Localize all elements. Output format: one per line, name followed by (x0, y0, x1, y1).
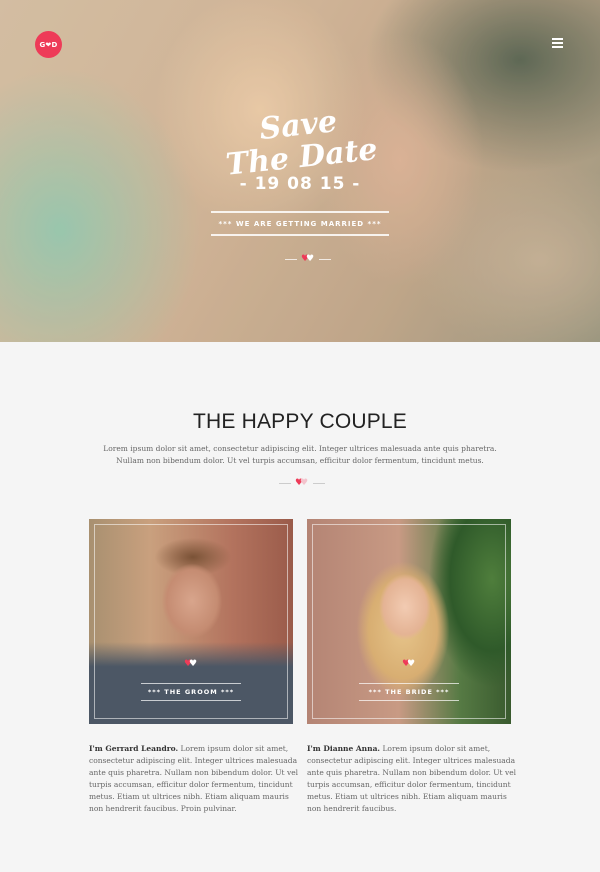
bride-label: *** THE BRIDE *** (359, 683, 459, 701)
groom-bio: I'm Gerrard Leandro. Lorem ipsum dolor s… (89, 743, 303, 815)
groom-label: *** THE GROOM *** (141, 683, 241, 701)
groom-bio-text: Lorem ipsum dolor sit amet, consectetur … (89, 744, 299, 813)
couple-section-title: THE HAPPY COUPLE (192, 410, 408, 433)
couple-heart-divider: ♥ ♥ (279, 478, 325, 488)
wedding-date: - 19 08 15 - (239, 174, 361, 194)
bride-photo-card: ♥ ♥ *** THE BRIDE *** (307, 519, 511, 724)
hero-title: Save The Date (217, 102, 383, 183)
couple-intro-text: Lorem ipsum dolor sit amet, consectetur … (103, 444, 497, 465)
hearts-icon: ♥ ♥ (301, 254, 315, 264)
groom-photo-card: ♥ ♥ *** THE GROOM *** (89, 519, 293, 724)
bride-name: I'm Dianne Anna. (307, 744, 381, 753)
hero-content: Save The Date - 19 08 15 - *** WE ARE GE… (0, 0, 600, 342)
bride-bio: I'm Dianne Anna. Lorem ipsum dolor sit a… (307, 743, 521, 815)
hero-heart-divider: ♥ ♥ (285, 254, 331, 264)
hearts-icon: ♥ ♥ (295, 478, 309, 488)
hero-banner-text: *** WE ARE GETTING MARRIED *** (211, 211, 389, 236)
groom-name: I'm Gerrard Leandro. (89, 744, 179, 753)
bride-bio-text: Lorem ipsum dolor sit amet, consectetur … (307, 744, 517, 813)
hero-banner: G❤D Save The Date - 19 08 15 - *** WE AR… (0, 0, 600, 342)
